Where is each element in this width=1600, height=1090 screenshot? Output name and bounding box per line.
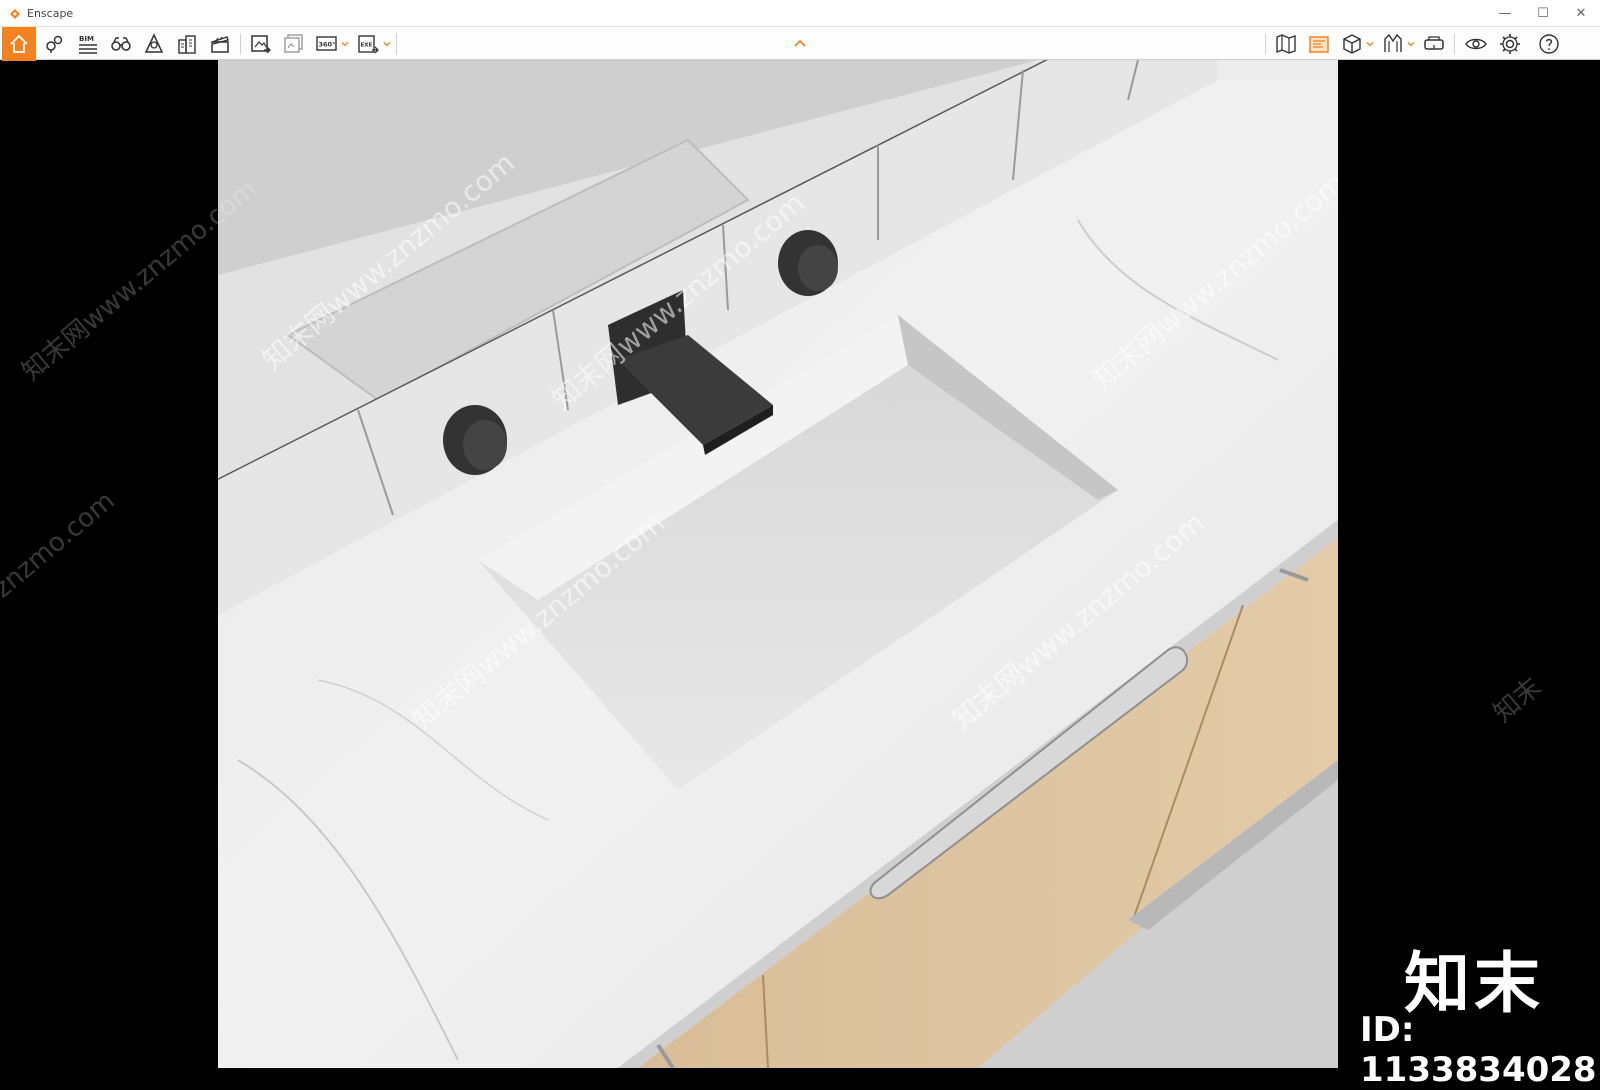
map-button[interactable] — [1270, 28, 1302, 60]
watermark-text: 知末 — [1488, 672, 1548, 729]
home-button[interactable] — [2, 27, 36, 61]
export-dropdown-chevron-down-icon[interactable] — [383, 40, 391, 48]
binoculars-icon — [111, 37, 131, 51]
views-button[interactable] — [1336, 28, 1368, 60]
exe-export-icon: EXE — [358, 35, 379, 54]
vr-headset-icon — [1424, 36, 1444, 50]
svg-text:360°: 360° — [319, 41, 336, 49]
svg-text:BIM: BIM — [79, 35, 94, 43]
render-image-button[interactable] — [245, 28, 277, 60]
materials-button[interactable] — [1377, 28, 1409, 60]
binoculars-button[interactable] — [105, 28, 137, 60]
window-title: Enscape — [27, 6, 74, 20]
close-button[interactable]: ✕ — [1562, 0, 1600, 26]
visibility-eye-icon — [1465, 38, 1487, 50]
minimize-button[interactable]: — — [1486, 0, 1524, 26]
watermark-text: znzmo.com — [0, 485, 121, 605]
help-button[interactable] — [1533, 28, 1565, 60]
render-image-icon — [251, 35, 271, 54]
buildings-icon — [178, 35, 196, 54]
home-icon — [10, 34, 28, 53]
title-bar: Enscape — ☐ ✕ — [0, 0, 1600, 26]
location-pins-button[interactable] — [38, 28, 70, 60]
settings-gear-icon — [1500, 34, 1520, 54]
exe-export-button[interactable]: EXE — [352, 28, 384, 60]
gallery-icon — [1309, 36, 1329, 53]
maximize-button[interactable]: ☐ — [1524, 0, 1562, 26]
image-id-label: ID: 1133834028 — [1360, 1010, 1597, 1090]
cube-view-icon — [1343, 34, 1361, 54]
help-icon — [1539, 34, 1559, 54]
collapse-toolbar-chevron-up-icon[interactable] — [793, 37, 807, 51]
settings-button[interactable] — [1494, 28, 1526, 60]
materials-dropdown-chevron-down-icon[interactable] — [1407, 40, 1415, 48]
bim-button[interactable]: BIM — [72, 28, 104, 60]
gallery-button[interactable] — [1303, 28, 1335, 60]
visibility-button[interactable] — [1460, 28, 1492, 60]
location-pins-icon — [46, 35, 63, 53]
batch-render-button[interactable] — [278, 28, 310, 60]
atmosphere-button[interactable] — [138, 28, 170, 60]
panorama-dropdown-chevron-down-icon[interactable] — [341, 40, 349, 48]
svg-text:EXE: EXE — [361, 43, 373, 49]
views-dropdown-chevron-down-icon[interactable] — [1366, 40, 1374, 48]
panorama-360-icon: 360° — [316, 36, 337, 51]
atmosphere-icon — [144, 33, 164, 53]
clapperboard-icon — [211, 36, 229, 53]
buildings-button[interactable] — [171, 28, 203, 60]
map-icon — [1276, 34, 1296, 54]
render-viewport[interactable]: 知末网www.znzmo.com 知末网www.znzmo.com 知末网www… — [218, 60, 1338, 1068]
materials-icon — [1384, 33, 1402, 52]
panorama-button[interactable]: 360° — [311, 28, 343, 60]
batch-render-icon — [284, 34, 303, 53]
vr-headset-button[interactable] — [1418, 28, 1450, 60]
enscape-toolbar: BIM 360° EXE — [0, 26, 1600, 61]
video-editor-button[interactable] — [204, 28, 236, 60]
bim-icon: BIM — [79, 35, 97, 54]
enscape-logo-icon — [8, 6, 22, 20]
